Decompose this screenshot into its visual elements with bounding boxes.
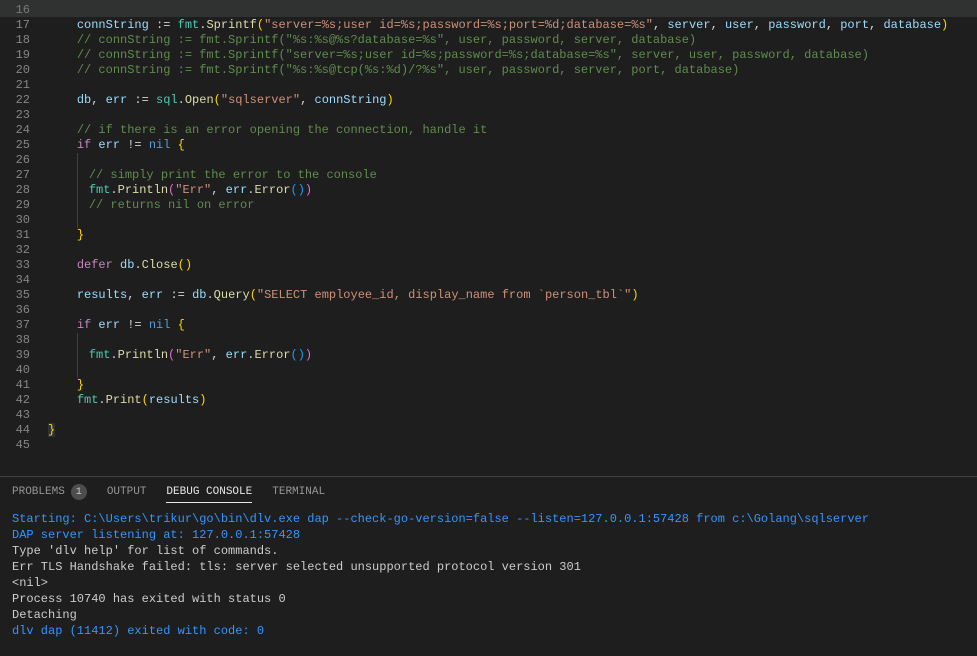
code-line[interactable]: if err != nil { bbox=[48, 138, 977, 153]
code-line[interactable] bbox=[48, 333, 977, 348]
code-content[interactable]: connString := fmt.Sprintf("server=%s;use… bbox=[44, 0, 977, 476]
line-number: 26 bbox=[0, 153, 30, 168]
line-number: 23 bbox=[0, 108, 30, 123]
console-line: <nil> bbox=[12, 575, 965, 591]
code-line[interactable]: // connString := fmt.Sprintf("%s:%s@%s?d… bbox=[48, 33, 977, 48]
tab-label: OUTPUT bbox=[107, 486, 147, 498]
console-line: Err TLS Handshake failed: tls: server se… bbox=[12, 559, 965, 575]
code-line[interactable]: fmt.Println("Err", err.Error()) bbox=[48, 183, 977, 198]
line-number: 31 bbox=[0, 228, 30, 243]
code-line[interactable]: db, err := sql.Open("sqlserver", connStr… bbox=[48, 93, 977, 108]
line-number: 19 bbox=[0, 48, 30, 63]
line-number: 35 bbox=[0, 288, 30, 303]
code-line[interactable] bbox=[48, 213, 977, 228]
code-line[interactable]: fmt.Println("Err", err.Error()) bbox=[48, 348, 977, 363]
panel-tabs: PROBLEMS 1 OUTPUT DEBUG CONSOLE TERMINAL bbox=[0, 477, 977, 507]
line-number: 24 bbox=[0, 123, 30, 138]
code-line[interactable] bbox=[48, 153, 977, 168]
code-line[interactable]: // connString := fmt.Sprintf("%s:%s@tcp(… bbox=[48, 63, 977, 78]
tab-problems[interactable]: PROBLEMS 1 bbox=[12, 484, 87, 504]
console-line: Type 'dlv help' for list of commands. bbox=[12, 543, 965, 559]
line-number: 21 bbox=[0, 78, 30, 93]
line-number: 28 bbox=[0, 183, 30, 198]
problems-count-badge: 1 bbox=[71, 484, 87, 500]
line-number: 25 bbox=[0, 138, 30, 153]
line-number: 22 bbox=[0, 93, 30, 108]
line-number: 18 bbox=[0, 33, 30, 48]
code-line[interactable]: } bbox=[48, 228, 977, 243]
code-line[interactable] bbox=[48, 438, 977, 453]
bottom-panel: PROBLEMS 1 OUTPUT DEBUG CONSOLE TERMINAL… bbox=[0, 476, 977, 656]
code-line[interactable]: // returns nil on error bbox=[48, 198, 977, 213]
current-line-highlight bbox=[0, 0, 977, 17]
line-number: 30 bbox=[0, 213, 30, 228]
code-line[interactable]: // if there is an error opening the conn… bbox=[48, 123, 977, 138]
line-number: 17 bbox=[0, 18, 30, 33]
code-line[interactable]: defer db.Close() bbox=[48, 258, 977, 273]
code-line[interactable]: } bbox=[48, 423, 977, 438]
line-number: 41 bbox=[0, 378, 30, 393]
debug-console-output[interactable]: Starting: C:\Users\trikur\go\bin\dlv.exe… bbox=[0, 507, 977, 643]
line-number: 42 bbox=[0, 393, 30, 408]
tab-label: TERMINAL bbox=[272, 486, 325, 498]
console-line: Process 10740 has exited with status 0 bbox=[12, 591, 965, 607]
line-number: 38 bbox=[0, 333, 30, 348]
code-line[interactable]: } bbox=[48, 378, 977, 393]
line-number: 40 bbox=[0, 363, 30, 378]
code-line[interactable] bbox=[48, 78, 977, 93]
code-line[interactable]: if err != nil { bbox=[48, 318, 977, 333]
tab-output[interactable]: OUTPUT bbox=[107, 486, 147, 502]
line-number: 44 bbox=[0, 423, 30, 438]
line-number: 32 bbox=[0, 243, 30, 258]
line-number: 39 bbox=[0, 348, 30, 363]
line-number: 43 bbox=[0, 408, 30, 423]
line-number: 34 bbox=[0, 273, 30, 288]
line-number-gutter: 16 17 18 19 20 21 22 23 24 25 26 27 28 2… bbox=[0, 0, 44, 476]
console-line: DAP server listening at: 127.0.0.1:57428 bbox=[12, 527, 965, 543]
line-number: 37 bbox=[0, 318, 30, 333]
code-line[interactable]: // connString := fmt.Sprintf("server=%s;… bbox=[48, 48, 977, 63]
tab-debug-console[interactable]: DEBUG CONSOLE bbox=[166, 486, 252, 503]
console-line: Detaching bbox=[12, 607, 965, 623]
code-line[interactable] bbox=[48, 363, 977, 378]
tab-label: PROBLEMS bbox=[12, 486, 65, 498]
code-editor[interactable]: 16 17 18 19 20 21 22 23 24 25 26 27 28 2… bbox=[0, 0, 977, 476]
line-number: 36 bbox=[0, 303, 30, 318]
console-line: dlv dap (11412) exited with code: 0 bbox=[12, 623, 965, 639]
code-line[interactable]: connString := fmt.Sprintf("server=%s;use… bbox=[48, 18, 977, 33]
console-line: Starting: C:\Users\trikur\go\bin\dlv.exe… bbox=[12, 511, 965, 527]
code-line[interactable]: // simply print the error to the console bbox=[48, 168, 977, 183]
line-number: 20 bbox=[0, 63, 30, 78]
code-line[interactable] bbox=[48, 273, 977, 288]
tab-terminal[interactable]: TERMINAL bbox=[272, 486, 325, 502]
code-line[interactable] bbox=[48, 243, 977, 258]
line-number: 45 bbox=[0, 438, 30, 453]
code-line[interactable]: results, err := db.Query("SELECT employe… bbox=[48, 288, 977, 303]
tab-label: DEBUG CONSOLE bbox=[166, 486, 252, 498]
code-line[interactable] bbox=[48, 408, 977, 423]
line-number: 27 bbox=[0, 168, 30, 183]
line-number: 29 bbox=[0, 198, 30, 213]
code-line[interactable] bbox=[48, 303, 977, 318]
code-line[interactable]: fmt.Print(results) bbox=[48, 393, 977, 408]
line-number: 33 bbox=[0, 258, 30, 273]
code-line[interactable] bbox=[48, 108, 977, 123]
